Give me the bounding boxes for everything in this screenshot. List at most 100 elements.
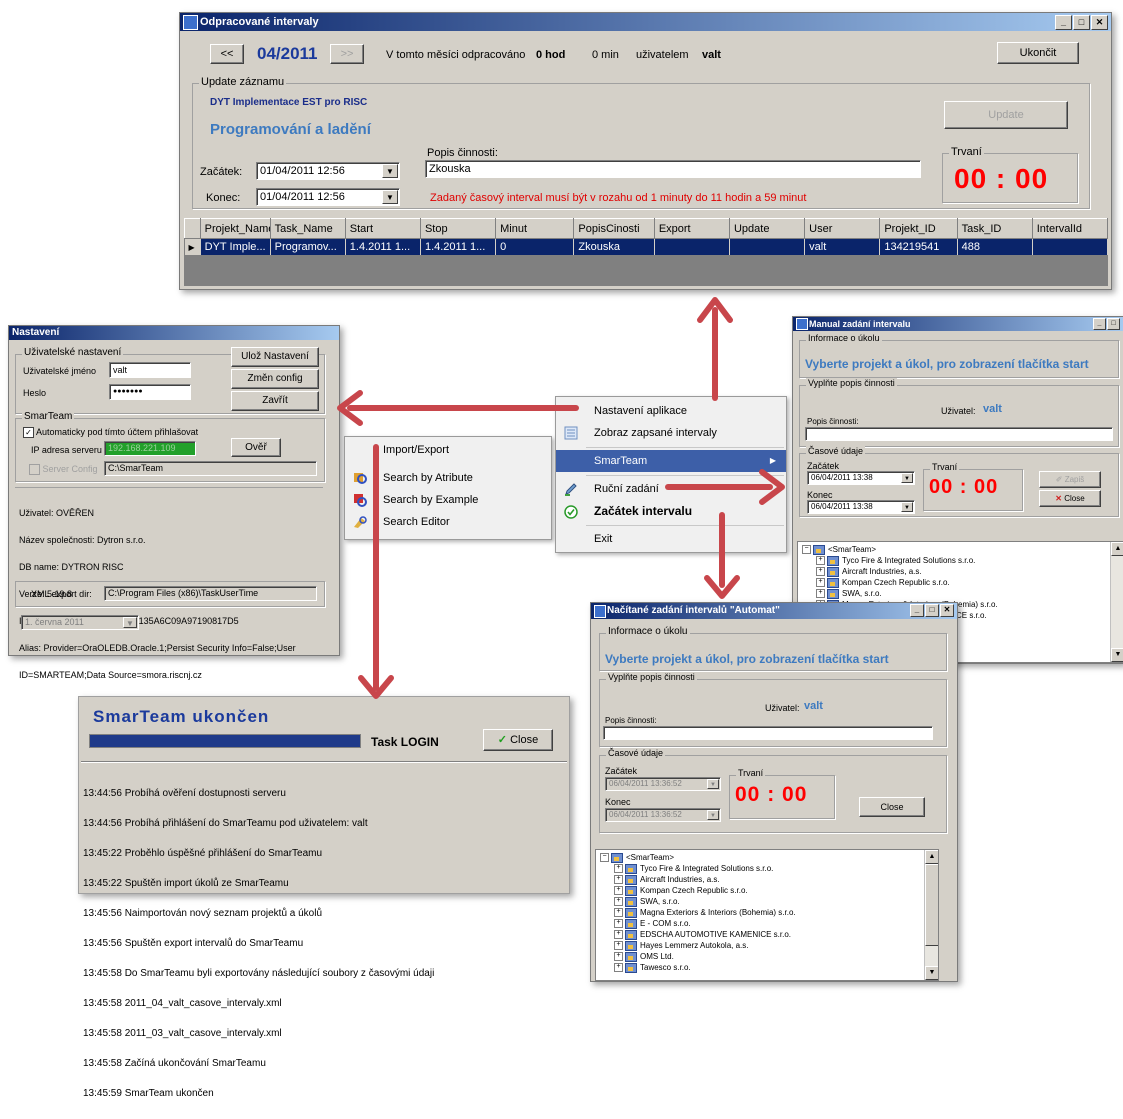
column-header[interactable]: IntervalId — [1031, 218, 1108, 239]
server-config-checkbox[interactable]: Server Config — [29, 464, 98, 476]
tree-node[interactable]: + OMS Ltd. — [596, 951, 938, 962]
table-cell[interactable]: 1.4.2011 1... — [345, 238, 421, 255]
auto-end-combo[interactable]: 06/04/2011 13:36:52 ▼ — [605, 808, 721, 822]
menu-item-manual-entry[interactable]: Ruční zadání — [556, 478, 786, 500]
table-cell[interactable]: valt — [804, 238, 881, 255]
auto-titlebar[interactable]: Načítané zadání intervalů "Automat" _ □ ✕ — [591, 603, 957, 619]
tree-node[interactable]: + EDSCHA AUTOMOTIVE KAMENICE s.r.o. — [596, 929, 938, 940]
column-header[interactable]: Start — [344, 218, 421, 239]
tree-node[interactable]: + SWA, s.r.o. — [596, 896, 938, 907]
column-header[interactable]: User — [804, 218, 881, 239]
scroll-up-icon[interactable]: ▲ — [925, 850, 938, 864]
dropdown-arrow-icon[interactable]: ▼ — [901, 473, 913, 483]
tree-scrollbar[interactable]: ▲ ▼ — [924, 850, 938, 980]
settings-titlebar[interactable]: Nastavení — [9, 326, 339, 340]
tree-node[interactable]: + SWA, s.r.o. — [798, 588, 1123, 599]
close-settings-button[interactable]: Zavřít — [231, 391, 319, 411]
column-header[interactable]: Projekt_ID — [879, 218, 958, 239]
password-input[interactable]: ●●●●●●● — [109, 384, 191, 400]
tree-scrollbar[interactable]: ▲ ▼ — [1110, 542, 1123, 662]
column-header[interactable]: Projekt_Name — [199, 218, 271, 239]
manual-close-button[interactable]: ✕ Close — [1039, 490, 1101, 507]
menu-item-settings[interactable]: Nastavení aplikace — [556, 400, 786, 422]
dropdown-arrow-icon[interactable]: ▼ — [123, 617, 137, 628]
auto-popis-input[interactable] — [603, 726, 933, 740]
tree-node[interactable]: − <SmarTeam> — [798, 544, 1123, 555]
ip-input[interactable]: 192.168.221.109 — [104, 441, 196, 456]
auto-project-tree[interactable]: − <SmarTeam> + Tyco Fire & Integrated Solu… — [595, 849, 939, 981]
scroll-down-icon[interactable]: ▼ — [1111, 648, 1123, 662]
close-icon[interactable]: ✕ — [1091, 15, 1108, 30]
row-selector-icon[interactable]: ▶ — [184, 238, 201, 255]
popis-input[interactable]: Zkouska — [425, 160, 921, 178]
maximize-icon[interactable]: □ — [1107, 318, 1120, 330]
table-cell[interactable] — [654, 238, 730, 255]
start-combo[interactable]: 01/04/2011 12:56 ▼ — [256, 162, 400, 180]
tree-node[interactable]: + Hayes Lemmerz Autokola, a.s. — [596, 940, 938, 951]
tree-node[interactable]: +Magna Exteriors & Interiors (Bohemia) s… — [596, 907, 938, 918]
menu-item-search-by-attribute[interactable]: Search by Atribute — [345, 467, 551, 489]
username-input[interactable]: valt — [109, 362, 191, 378]
table-cell[interactable]: DYT Imple... — [200, 238, 271, 255]
maximize-icon[interactable]: □ — [925, 604, 939, 617]
column-header[interactable]: Update — [728, 218, 806, 239]
dropdown-arrow-icon[interactable]: ▼ — [382, 190, 398, 204]
tree-node[interactable]: − <SmarTeam> — [596, 852, 938, 863]
table-cell[interactable]: Zkouska — [573, 238, 655, 255]
verify-button[interactable]: Ověř — [231, 438, 281, 457]
exit-button[interactable]: Ukončit — [997, 42, 1079, 64]
scroll-down-icon[interactable]: ▼ — [925, 966, 938, 980]
maximize-icon[interactable]: □ — [1073, 15, 1090, 30]
date-picker[interactable]: 1. června 2011 ▼ — [21, 615, 139, 630]
column-header[interactable]: PopisCinosti — [573, 218, 655, 239]
column-header[interactable]: Export — [653, 218, 730, 239]
tree-node[interactable]: + Tyco Fire & Integrated Solutions s.r.o. — [596, 863, 938, 874]
tree-node[interactable]: + E - COM s.r.o. — [596, 918, 938, 929]
close-icon[interactable]: ✕ — [940, 604, 954, 617]
tree-node[interactable]: + Aircraft Industries, a.s. — [596, 874, 938, 885]
dropdown-arrow-icon[interactable]: ▼ — [707, 779, 719, 789]
menu-item-search-by-example[interactable]: Search by Example — [345, 489, 551, 511]
auto-close-button[interactable]: Close — [859, 797, 925, 817]
table-cell[interactable]: 488 — [957, 238, 1033, 255]
xml-input[interactable]: C:\Program Files (x86)\TaskUserTime — [104, 586, 317, 601]
column-header[interactable]: Task_Name — [269, 218, 346, 239]
column-header[interactable]: Stop — [419, 218, 497, 239]
manual-end-combo[interactable]: 06/04/2011 13:38 ▼ — [807, 500, 915, 514]
table-cell[interactable] — [1032, 238, 1108, 255]
manual-titlebar[interactable]: Manual zadání intervalu _ □ — [793, 317, 1123, 331]
intervals-titlebar[interactable]: Odpracované intervaly _ □ ✕ — [180, 13, 1111, 31]
table-cell[interactable]: 134219541 — [879, 238, 958, 255]
column-header[interactable]: Task_ID — [956, 218, 1033, 239]
prev-month-button[interactable]: << — [210, 44, 244, 64]
table-cell[interactable] — [729, 238, 806, 255]
checkbox-empty-icon[interactable] — [29, 464, 40, 476]
dropdown-arrow-icon[interactable]: ▼ — [901, 502, 913, 512]
minimize-icon[interactable]: _ — [1055, 15, 1072, 30]
next-month-button[interactable]: >> — [330, 44, 364, 64]
tree-node[interactable]: + Kompan Czech Republic s.r.o. — [596, 885, 938, 896]
auto-login-checkbox[interactable]: ✓ Automaticky pod tímto účtem přihlašova… — [23, 427, 198, 439]
save-settings-button[interactable]: Ulož Nastavení — [231, 347, 319, 367]
checkbox-checked-icon[interactable]: ✓ — [23, 427, 34, 439]
tree-node[interactable]: + Kompan Czech Republic s.r.o. — [798, 577, 1123, 588]
tree-node[interactable]: + Tyco Fire & Integrated Solutions s.r.o. — [798, 555, 1123, 566]
dropdown-arrow-icon[interactable]: ▼ — [382, 164, 398, 178]
manual-popis-input[interactable] — [805, 427, 1113, 441]
tree-node[interactable]: + Tawesco s.r.o. — [596, 962, 938, 973]
table-cell[interactable]: 1.4.2011 1... — [420, 238, 497, 255]
column-header[interactable]: Minut — [495, 218, 575, 239]
menu-item-start-interval[interactable]: Začátek intervalu — [556, 500, 786, 522]
table-row[interactable]: ▶ DYT Imple... Programov... 1.4.2011 1..… — [184, 238, 1108, 255]
change-config-button[interactable]: Změn config — [231, 369, 319, 389]
server-config-input[interactable]: C:\SmarTeam — [104, 461, 317, 476]
dropdown-arrow-icon[interactable]: ▼ — [707, 810, 719, 820]
tree-node[interactable]: + Aircraft Industries, a.s. — [798, 566, 1123, 577]
status-close-button[interactable]: ✓ Close — [483, 729, 553, 751]
scroll-thumb[interactable] — [925, 864, 938, 946]
minimize-icon[interactable]: _ — [910, 604, 924, 617]
menu-item-show-intervals[interactable]: Zobraz zapsané intervaly — [556, 422, 786, 444]
end-combo[interactable]: 01/04/2011 12:56 ▼ — [256, 188, 400, 206]
menu-item-exit[interactable]: Exit — [556, 528, 786, 550]
save-interval-button[interactable]: ✐ Zapiš — [1039, 471, 1101, 488]
